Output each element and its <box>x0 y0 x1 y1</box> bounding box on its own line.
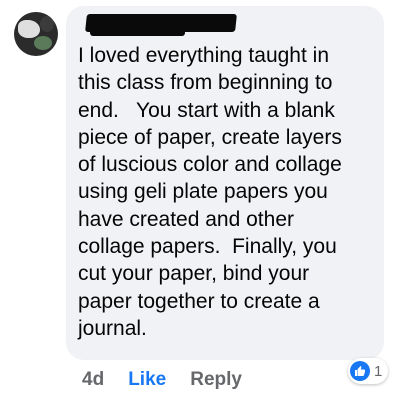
thumbs-up-icon <box>350 361 370 381</box>
reaction-summary[interactable]: 1 <box>348 358 389 384</box>
redacted-author-name-tail <box>90 26 185 36</box>
reply-button[interactable]: Reply <box>190 369 242 391</box>
avatar-image-part <box>40 16 54 32</box>
comment-actions: 4d Like Reply <box>82 367 242 393</box>
like-button[interactable]: Like <box>128 369 166 391</box>
reaction-count: 1 <box>374 362 383 380</box>
comment-container: I loved everything taught in this class … <box>0 0 400 401</box>
timestamp[interactable]: 4d <box>82 369 104 391</box>
avatar-image-part <box>18 20 40 38</box>
avatar-image-part <box>34 36 52 50</box>
avatar[interactable] <box>14 12 58 56</box>
comment-text: I loved everything taught in this class … <box>78 44 342 340</box>
